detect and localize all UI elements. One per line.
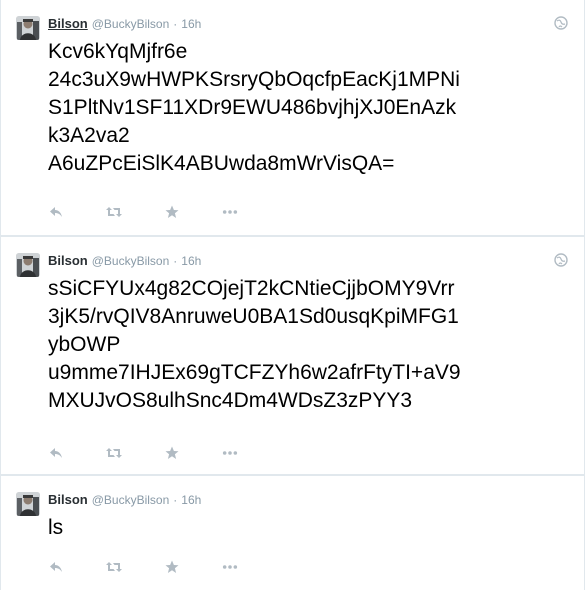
display-name[interactable]: Bilson [48, 492, 88, 507]
username[interactable]: @BuckyBilson [92, 17, 170, 31]
favorite-icon [165, 446, 179, 459]
timeline: Bilson @BuckyBilson · 16h Kcv6kYqMjfr6e 24c… [0, 0, 587, 590]
globe-icon [554, 16, 568, 30]
more-icon [222, 565, 238, 569]
avatar-image [16, 492, 40, 516]
separator: · [173, 17, 178, 31]
retweet-button[interactable] [106, 559, 122, 575]
reply-button[interactable] [48, 559, 64, 575]
retweet-icon [106, 562, 122, 572]
tweet-header: Bilson @BuckyBilson · 16h [48, 16, 201, 32]
tweet-actions [48, 204, 280, 220]
username[interactable]: @BuckyBilson [92, 254, 170, 268]
more-button[interactable] [222, 445, 238, 461]
tweet-actions [48, 445, 280, 461]
tweet-actions [48, 559, 280, 575]
more-button[interactable] [222, 204, 238, 220]
display-name[interactable]: Bilson [48, 16, 88, 31]
globe-icon [554, 253, 568, 267]
reply-button[interactable] [48, 204, 64, 220]
separator: · [173, 493, 178, 507]
avatar[interactable] [16, 253, 40, 277]
retweet-icon [106, 448, 122, 458]
more-icon [222, 210, 238, 214]
reply-button[interactable] [48, 445, 64, 461]
favorite-button[interactable] [164, 445, 180, 461]
reply-icon [50, 207, 62, 217]
separator: · [173, 254, 178, 268]
display-name[interactable]: Bilson [48, 253, 88, 268]
favorite-icon [165, 560, 179, 573]
favorite-button[interactable] [164, 204, 180, 220]
tweet-text: Kcv6kYqMjfr6e 24c3uX9wHWPKSrsryQbOqcfpEa… [48, 40, 460, 175]
favorite-button[interactable] [164, 559, 180, 575]
tweet[interactable]: Bilson @BuckyBilson · 16h ls [0, 475, 585, 590]
timestamp[interactable]: 16h [181, 17, 201, 31]
tweet-header: Bilson @BuckyBilson · 16h [48, 253, 201, 269]
favorite-icon [165, 205, 179, 218]
reply-icon [50, 562, 62, 572]
timestamp[interactable]: 16h [181, 254, 201, 268]
avatar-image [16, 16, 40, 40]
retweet-button[interactable] [106, 445, 122, 461]
avatar[interactable] [16, 16, 40, 40]
tweet-text: ls [48, 516, 64, 539]
more-button[interactable] [222, 559, 238, 575]
avatar-image [16, 253, 40, 277]
retweet-icon [106, 207, 122, 217]
reply-icon [50, 448, 62, 458]
tweet[interactable]: Bilson @BuckyBilson · 16h Kcv6kYqMjfr6e 24c… [0, 0, 585, 236]
tweet-header: Bilson @BuckyBilson · 16h [48, 492, 201, 508]
more-icon [222, 451, 238, 455]
avatar[interactable] [16, 492, 40, 516]
timestamp[interactable]: 16h [181, 493, 201, 507]
tweet-text: sSiCFYUx4g82COjejT2kCNtieCjjbOMY9Vrr 3jK… [48, 277, 461, 412]
tweet[interactable]: Bilson @BuckyBilson · 16h sSiCFYUx4g82COjej… [0, 236, 585, 475]
retweet-button[interactable] [106, 204, 122, 220]
username[interactable]: @BuckyBilson [92, 493, 170, 507]
